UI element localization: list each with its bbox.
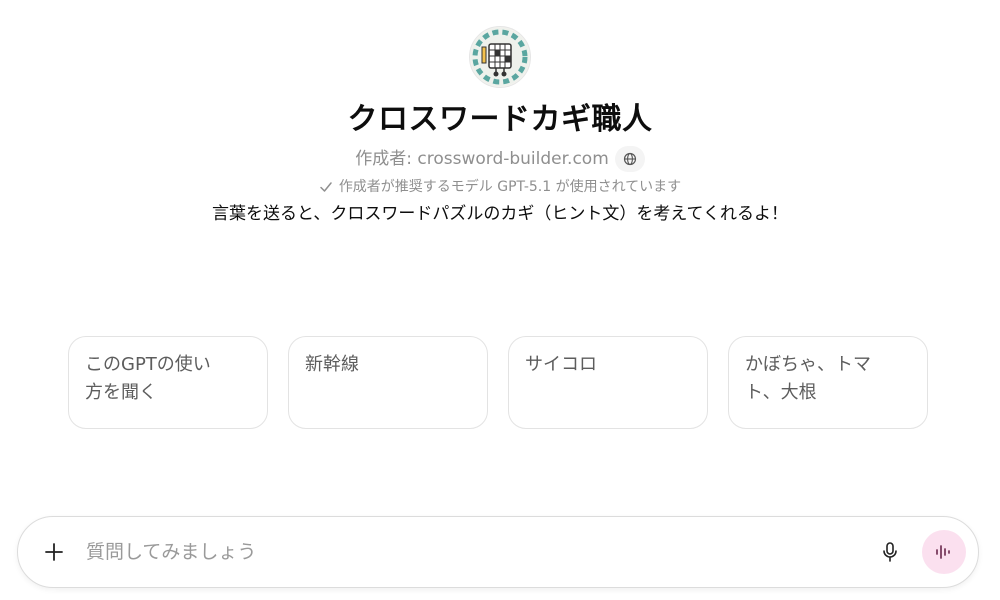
starter-dice[interactable]: サイコロ: [508, 336, 708, 429]
starter-label: このGPTの使い方を聞く: [85, 354, 211, 403]
starter-label: サイコロ: [525, 354, 597, 375]
author-label: 作成者: crossword-builder.com: [355, 149, 609, 169]
plus-icon: [45, 543, 63, 561]
page-title: クロスワードカギ職人: [347, 102, 653, 137]
model-note-row: 作成者が推奨するモデル GPT-5.1 が使用されています: [319, 176, 681, 198]
website-link-button[interactable]: [614, 146, 645, 172]
avatar: [469, 26, 531, 88]
crossword-mascot-icon: [471, 28, 529, 86]
model-note: 作成者が推奨するモデル GPT-5.1 が使用されています: [338, 179, 682, 195]
globe-icon: [623, 152, 636, 166]
gpt-description: 言葉を送ると、クロスワードパズルのカギ（ヒント文）を考えてくれるよ！: [212, 204, 788, 224]
starter-how-to-use[interactable]: このGPTの使い方を聞く: [68, 336, 268, 429]
voice-mode-icon: [936, 545, 950, 559]
gpt-header: クロスワードカギ職人 作成者: crossword-builder.com 作成…: [0, 0, 1000, 227]
conversation-starters: このGPTの使い方を聞く 新幹線 サイコロ かぼちゃ、トマト、大根: [68, 336, 928, 429]
starter-label: 新幹線: [305, 354, 359, 375]
starter-vegetables[interactable]: かぼちゃ、トマト、大根: [728, 336, 928, 429]
prompt-input[interactable]: [84, 540, 872, 564]
microphone-icon: [883, 542, 897, 562]
gpt-landing-page: クロスワードカギ職人 作成者: crossword-builder.com 作成…: [0, 0, 1000, 600]
starter-label: かぼちゃ、トマト、大根: [745, 354, 871, 403]
dictate-button[interactable]: [872, 534, 908, 570]
checkmark-icon: [320, 182, 332, 192]
author-row: 作成者: crossword-builder.com: [355, 146, 645, 172]
message-composer: [17, 516, 979, 588]
attach-button[interactable]: [38, 536, 70, 568]
starter-shinkansen[interactable]: 新幹線: [288, 336, 488, 429]
voice-mode-button[interactable]: [922, 530, 966, 574]
